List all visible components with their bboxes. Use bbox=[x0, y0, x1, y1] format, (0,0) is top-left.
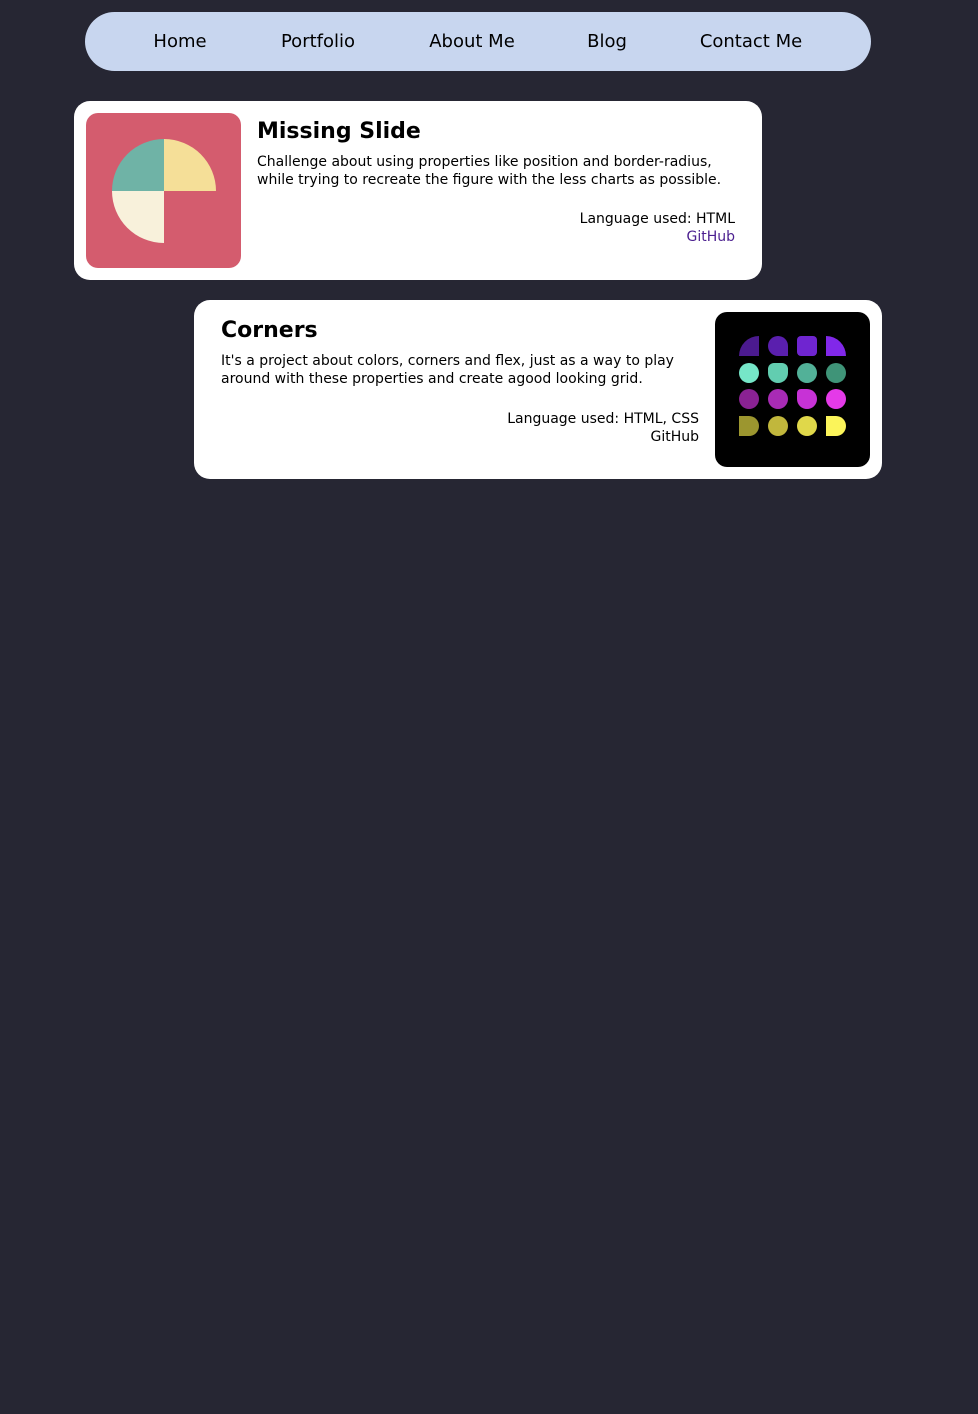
nav-link-portfolio[interactable]: Portfolio bbox=[281, 12, 355, 71]
grid-shape bbox=[739, 389, 759, 409]
project-description: Challenge about using properties like po… bbox=[257, 154, 722, 188]
nav-link-home[interactable]: Home bbox=[153, 12, 206, 71]
github-link[interactable]: GitHub bbox=[650, 429, 699, 445]
grid-shape bbox=[797, 415, 817, 436]
project-card-missing-slide: Missing Slide Challenge about using prop… bbox=[74, 101, 762, 280]
github-link[interactable]: GitHub bbox=[686, 229, 735, 245]
grid-shape bbox=[768, 415, 788, 436]
grid-shape bbox=[797, 389, 817, 409]
grid-shape bbox=[797, 336, 817, 356]
cream-quarter bbox=[112, 191, 164, 243]
grid-shape bbox=[739, 336, 759, 356]
nav-link-blog[interactable]: Blog bbox=[587, 12, 627, 71]
grid-shape bbox=[768, 362, 788, 383]
project-language: Language used: HTML, CSS bbox=[507, 411, 699, 427]
grid-shape bbox=[797, 362, 817, 383]
grid-shape bbox=[826, 389, 846, 409]
grid-shape bbox=[826, 362, 846, 383]
main-nav: Home Portfolio About Me Blog Contact Me bbox=[85, 12, 871, 71]
grid-shape bbox=[739, 415, 759, 436]
yellow-quarter bbox=[164, 139, 216, 191]
corners-thumbnail bbox=[715, 312, 870, 467]
nav-link-about-me[interactable]: About Me bbox=[429, 12, 515, 71]
project-language: Language used: HTML bbox=[579, 211, 735, 227]
teal-quarter bbox=[112, 139, 164, 191]
nav-link-contact-me[interactable]: Contact Me bbox=[700, 12, 802, 71]
missing-slide-thumbnail bbox=[86, 113, 241, 268]
project-title: Corners bbox=[221, 318, 318, 343]
grid-shape bbox=[768, 336, 788, 356]
grid-shape bbox=[826, 415, 846, 436]
project-card-corners: Corners It's a project about colors, cor… bbox=[194, 300, 882, 479]
project-title: Missing Slide bbox=[257, 119, 421, 144]
grid-shape bbox=[739, 362, 759, 383]
project-description: It's a project about colors, corners and… bbox=[221, 353, 674, 387]
grid-shape bbox=[768, 389, 788, 409]
grid-shape bbox=[826, 336, 846, 356]
